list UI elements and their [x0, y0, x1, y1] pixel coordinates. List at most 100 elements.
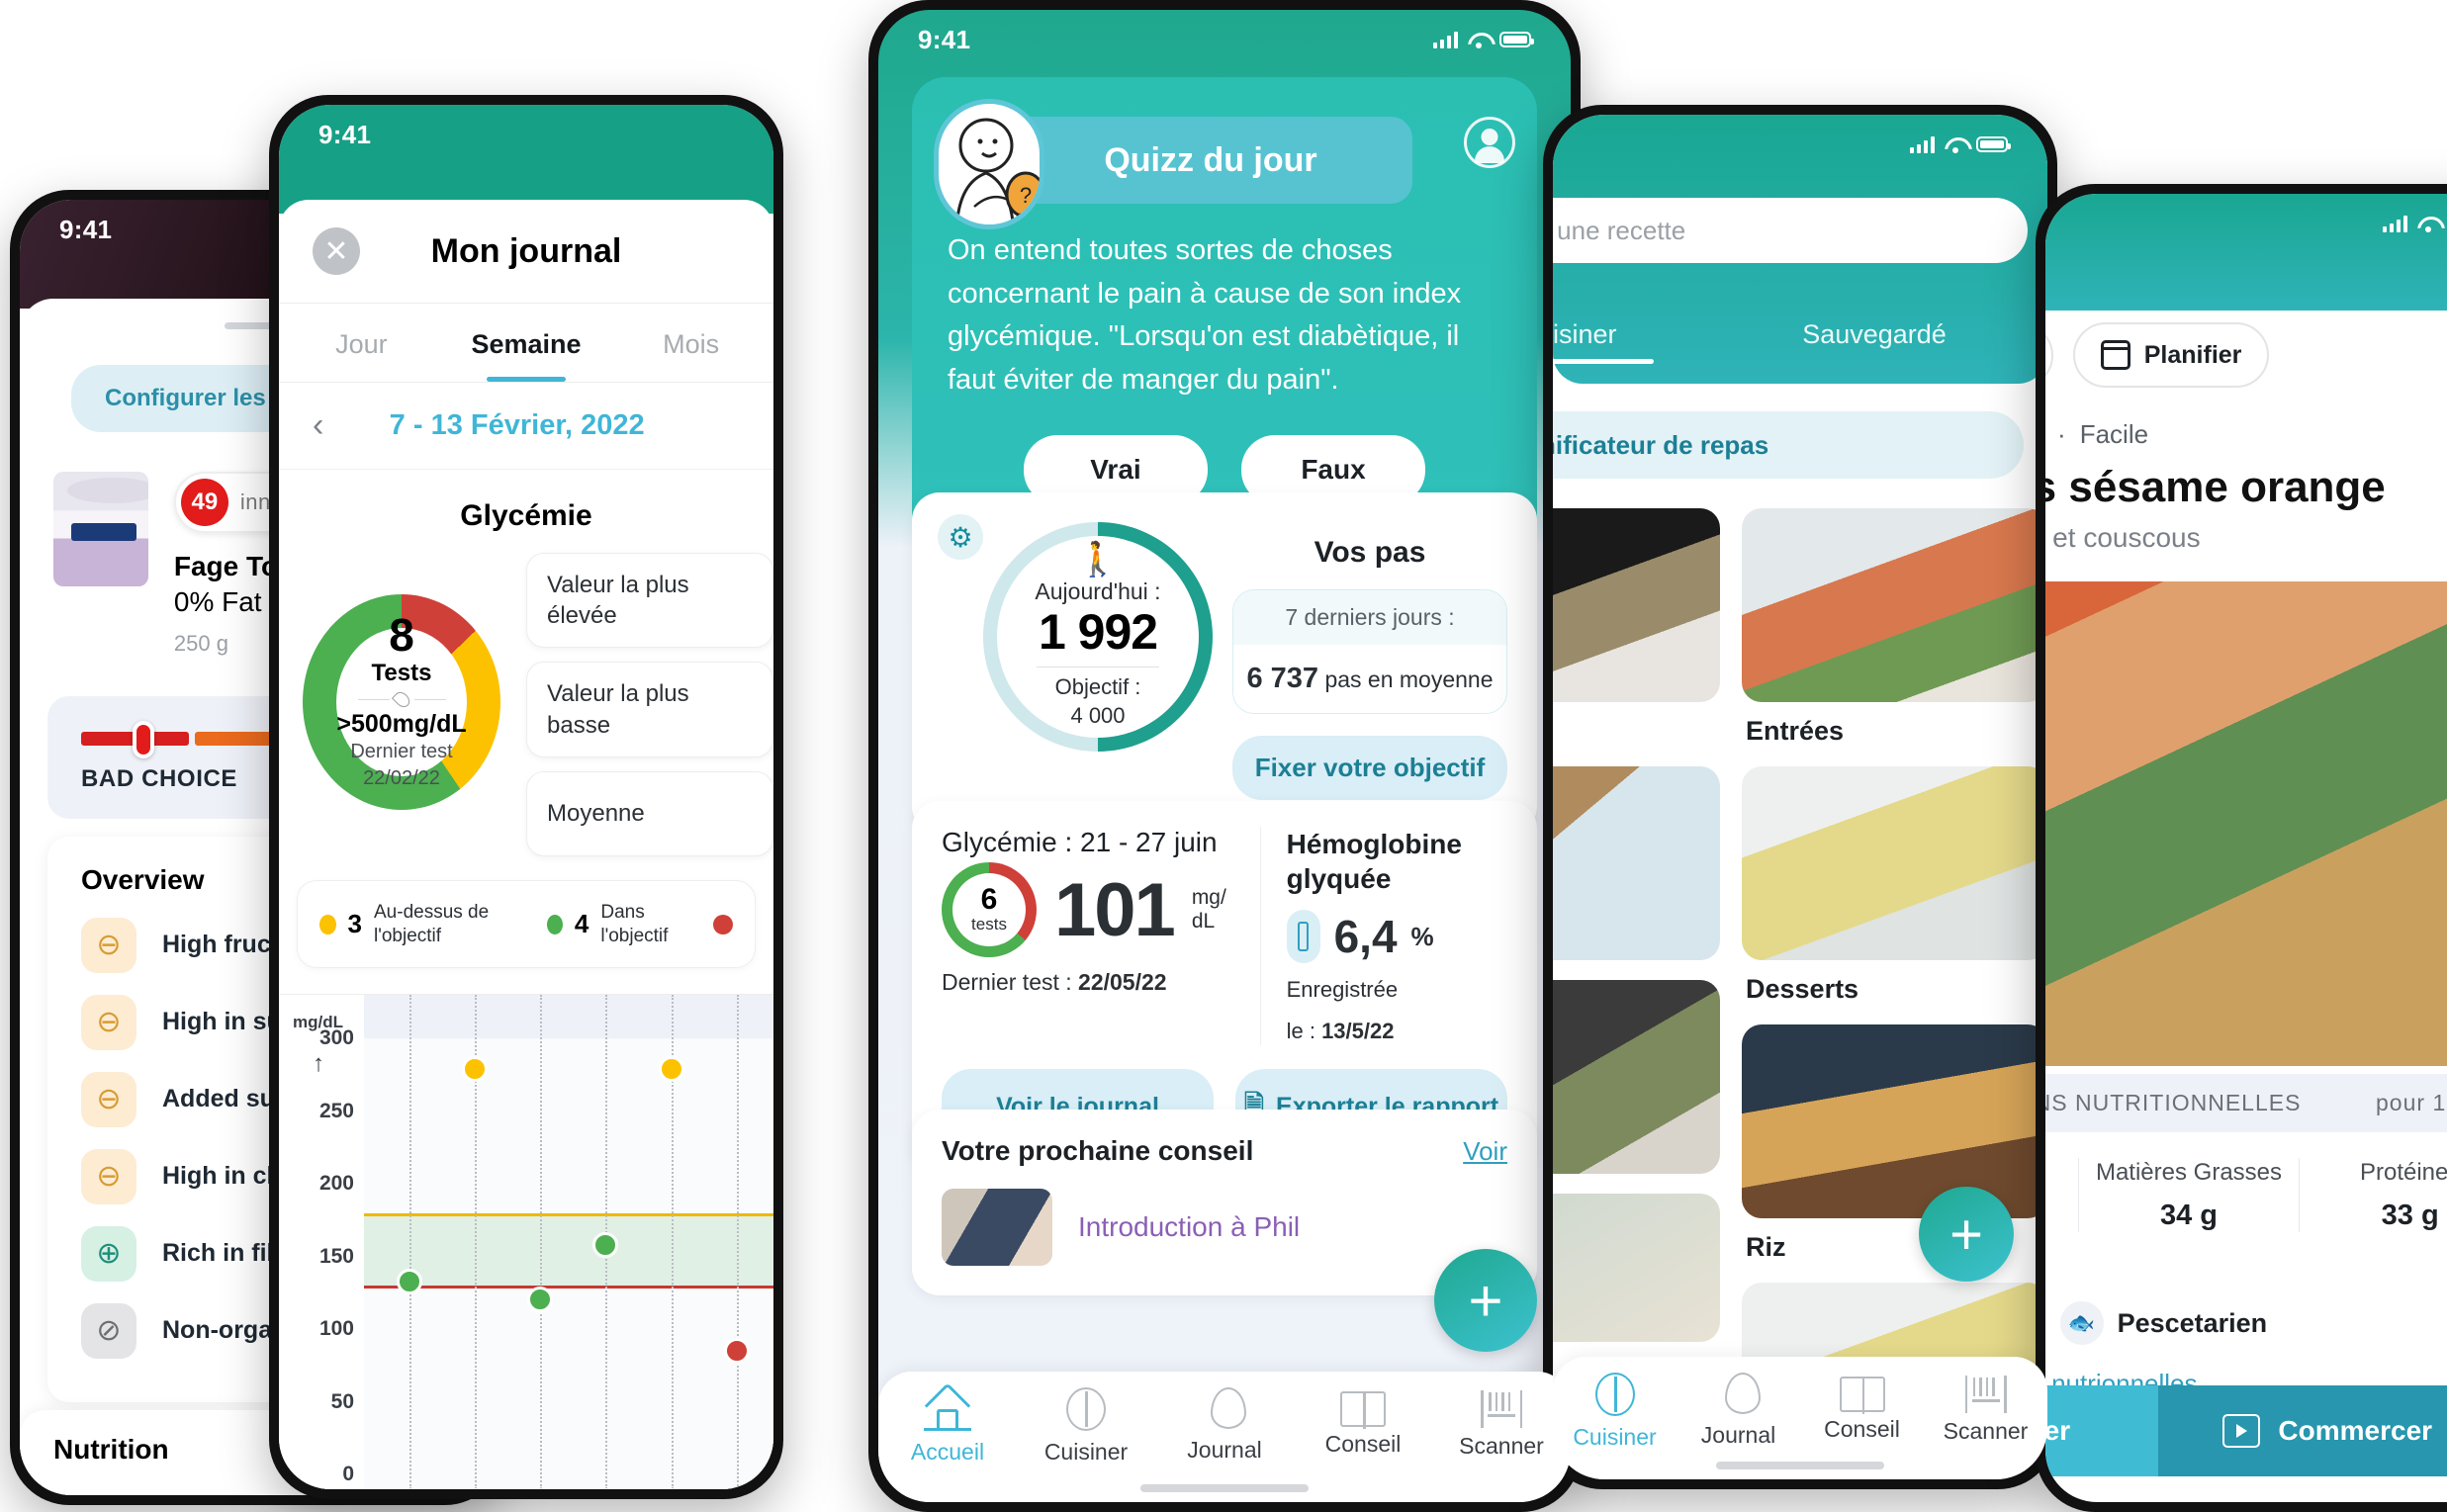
plan-label: Planifier	[2143, 340, 2242, 369]
tab-conseil[interactable]: Conseil	[1294, 1387, 1432, 1458]
recipe-category-grid: Recettes Entrées	[1553, 508, 2047, 1479]
gear-icon[interactable]: ⚙	[938, 514, 983, 560]
recipes-tabs: Cuisiner Sauvegardé	[1553, 299, 2028, 370]
journal-sheet: ✕ Mon journal Jour Semaine Mois ‹ 7 - 13…	[279, 200, 773, 1489]
category-image	[1553, 766, 1720, 960]
battery-icon	[1499, 32, 1534, 47]
legend-dot-green	[546, 914, 563, 934]
plus-circle-icon: ⊕	[81, 1225, 136, 1282]
data-point[interactable]	[396, 1269, 422, 1295]
recipe-category-card[interactable]	[1553, 1194, 1720, 1342]
target-low-line	[364, 1286, 773, 1290]
drop-icon	[391, 689, 412, 711]
plus-icon[interactable]: +	[1919, 1187, 2014, 1282]
legend-label: Dans l'objectif	[600, 901, 669, 946]
minus-circle-icon: ⊖	[81, 1071, 136, 1127]
book-icon	[1839, 1377, 1885, 1414]
advice-item-title[interactable]: Introduction à Phil	[1078, 1211, 1300, 1243]
nutrient-value: 34 g	[2159, 1200, 2219, 1231]
recipe-category-card[interactable]	[1553, 766, 1720, 960]
search-input[interactable]: Chercher une recette	[1553, 198, 2028, 263]
nutrient-value: 33 g	[2381, 1200, 2439, 1231]
data-point[interactable]	[658, 1056, 684, 1083]
advice-see-link[interactable]: Voir	[1463, 1136, 1507, 1167]
cellular-icon	[2383, 215, 2407, 232]
nutrition-panel: INFORMATIONS NUTRITIONNELLES pour 100 g …	[2045, 1074, 2447, 1232]
meal-planner-button[interactable]: Planificateur de repas	[1553, 411, 2024, 479]
rating-knob[interactable]	[133, 720, 154, 758]
tab-scanner[interactable]: Scanner	[1432, 1387, 1571, 1460]
grid-column-left: Recettes	[1553, 508, 1720, 1479]
status-bar: 9:41	[20, 200, 495, 259]
tab-label: Cuisiner	[1043, 1439, 1129, 1465]
data-point[interactable]	[592, 1231, 619, 1258]
meal-planner-label: Planificateur de repas	[1553, 429, 1769, 460]
tab-semaine[interactable]: Semaine	[444, 304, 609, 382]
play-cards-icon	[2222, 1414, 2261, 1448]
legend-item-above: 3 Au-dessus de l'objectif	[319, 901, 529, 948]
data-point[interactable]	[723, 1338, 750, 1365]
tab-cuisiner[interactable]: Cuisiner	[1553, 319, 1721, 364]
tab-journal[interactable]: Journal	[1155, 1387, 1294, 1464]
journal-tabs: Jour Semaine Mois	[279, 303, 773, 383]
stat-average[interactable]: Moyenne	[526, 770, 773, 856]
data-point[interactable]	[461, 1056, 488, 1083]
tab-cuisiner[interactable]: Cuisiner	[1017, 1387, 1155, 1466]
glycemia-title: Glycémie : 21 - 27 juin	[942, 827, 1218, 857]
advice-card: Votre prochaine conseil Voir Introductio…	[912, 1110, 1537, 1295]
tab-accueil[interactable]: Accueil	[878, 1387, 1017, 1466]
today-steps: 1 992	[1038, 604, 1158, 661]
y-tick: 150	[318, 1244, 354, 1268]
tab-sauvegarde[interactable]: Sauvegardé	[1721, 319, 2028, 350]
data-point[interactable]	[527, 1286, 554, 1312]
tests-count: 6	[980, 883, 998, 916]
recipe-category-card[interactable]: Entrées	[1742, 508, 2047, 747]
average-steps-row: 6 737 pas en moyenne	[1233, 645, 1506, 713]
home-indicator	[1140, 1484, 1309, 1492]
hba1c-value: 6,4	[1333, 911, 1398, 962]
nutrient-label: Glucides	[2045, 1158, 2068, 1188]
chevron-left-icon[interactable]: ‹	[313, 406, 323, 445]
phone-journal: 9:41 ✕ Mon journal Jour Semaine Mois ‹ 7…	[269, 95, 783, 1499]
y-tick: 0	[342, 1463, 354, 1486]
phone2-screen: 9:41 ✕ Mon journal Jour Semaine Mois ‹ 7…	[279, 105, 773, 1489]
recipe-category-card[interactable]: Recettes	[1553, 508, 1720, 747]
tab-jour[interactable]: Jour	[279, 304, 444, 382]
grid-column-right: Entrées Desserts Riz	[1742, 508, 2047, 1479]
y-tick: 300	[318, 1026, 354, 1050]
status-bar: 9:41	[279, 105, 773, 164]
start-button[interactable]: Commercer	[2158, 1385, 2447, 1476]
tab-cuisiner[interactable]: Cuisiner	[1553, 1373, 1677, 1451]
save-button[interactable]: Sauvegardé	[2045, 322, 2053, 388]
plus-icon[interactable]: +	[1434, 1249, 1537, 1352]
diet-tag-pescetarian[interactable]: 🐟 Pescetarien	[2059, 1301, 2267, 1345]
y-tick: 200	[318, 1172, 354, 1196]
cook-icon	[1594, 1373, 1635, 1416]
divider	[357, 689, 446, 711]
target-high-line	[364, 1212, 773, 1216]
week-range[interactable]: 7 - 13 Février, 2022	[323, 409, 710, 442]
tab-scanner[interactable]: Scanner	[1924, 1373, 2047, 1445]
recipe-category-card[interactable]: Desserts	[1742, 766, 2047, 1005]
legend-label: Au-dessus de l'objectif	[374, 901, 490, 946]
plan-button[interactable]: Planifier	[2072, 322, 2270, 388]
account-icon[interactable]	[1464, 117, 1515, 168]
tab-conseil[interactable]: Conseil	[1800, 1373, 1924, 1443]
tab-journal[interactable]: Journal	[1677, 1373, 1800, 1449]
hba1c-title: Hémoglobine glyquée	[1286, 829, 1462, 894]
stat-lowest-value[interactable]: Valeur la plus basse	[526, 662, 773, 757]
glycemia-summary: 8 Tests >500mg/dL Dernier test 22/02/22 …	[279, 543, 773, 856]
visualize-button[interactable]: Visualiser	[2045, 1385, 2159, 1476]
tab-mois[interactable]: Mois	[608, 304, 773, 382]
avatar: ?	[934, 99, 1044, 229]
wifi-icon	[1468, 32, 1490, 48]
set-goal-button[interactable]: Fixer votre objectif	[1232, 736, 1507, 800]
recipe-category-card[interactable]	[1553, 980, 1720, 1174]
advice-thumbnail	[942, 1189, 1052, 1266]
category-image	[1553, 980, 1720, 1174]
battery-icon	[1976, 136, 2011, 152]
status-time: 9:41	[918, 24, 971, 54]
cellular-icon	[1910, 135, 1935, 153]
stat-highest-value[interactable]: Valeur la plus élevée	[526, 553, 773, 649]
glycemia-last-test: Dernier test : 22/05/22	[942, 969, 1240, 996]
